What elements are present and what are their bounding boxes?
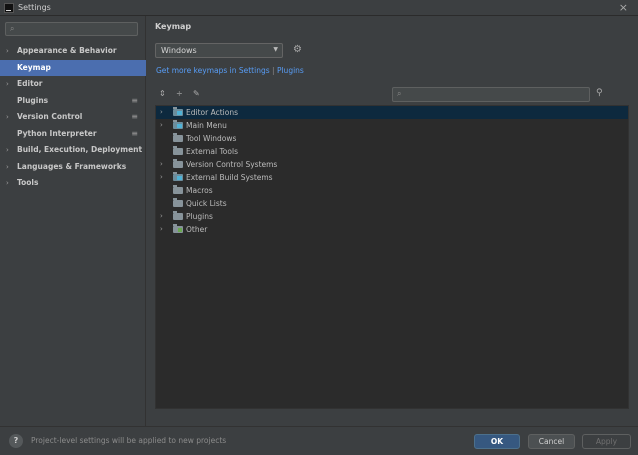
- title-bar: Settings ×: [0, 0, 638, 16]
- tree-row-label: Macros: [186, 186, 213, 195]
- gear-icon[interactable]: ⚙: [293, 44, 302, 55]
- sidebar-item[interactable]: › Languages & Frameworks: [0, 159, 146, 176]
- tree-row[interactable]: › Other: [156, 223, 628, 236]
- sidebar-item-label: Plugins: [17, 95, 49, 105]
- help-button[interactable]: ?: [9, 434, 23, 448]
- footer-note: Project-level settings will be applied t…: [31, 436, 227, 445]
- chevron-right-icon: ›: [6, 80, 9, 88]
- tree-row[interactable]: Quick Lists: [156, 197, 628, 210]
- sidebar-item-label: Build, Execution, Deployment: [17, 145, 143, 154]
- page-title: Keymap: [155, 22, 192, 31]
- folder-icon: [173, 120, 183, 129]
- chevron-right-icon: ›: [6, 179, 9, 187]
- window-title: Settings: [18, 3, 51, 12]
- sidebar-item[interactable]: Keymap: [0, 59, 146, 76]
- sidebar-item-label: Languages & Frameworks: [17, 161, 127, 171]
- tree-row[interactable]: › External Build Systems: [156, 171, 628, 184]
- folder-icon: [173, 107, 183, 116]
- search-icon: ⌕: [10, 24, 15, 33]
- chevron-right-icon[interactable]: ›: [160, 106, 163, 119]
- chevron-right-icon[interactable]: ›: [160, 210, 163, 223]
- folder-icon: [173, 211, 183, 220]
- keymap-panel: Keymap Windows ▼ ⚙ Get more keymaps in S…: [147, 16, 638, 426]
- search-icon: ⌕: [397, 89, 402, 98]
- folder-icon: [173, 185, 183, 194]
- sidebar-item[interactable]: › Version Control ≡: [0, 109, 146, 126]
- project-level-icon: ≡: [131, 128, 138, 138]
- sidebar-item[interactable]: Python Interpreter ≡: [0, 126, 146, 143]
- sidebar-item-label: Keymap: [17, 62, 51, 72]
- chevron-right-icon[interactable]: ›: [160, 223, 163, 236]
- sidebar-item-label: Editor: [17, 79, 43, 88]
- sidebar-item-label: Appearance & Behavior: [17, 46, 117, 55]
- sidebar-item[interactable]: › Build, Execution, Deployment: [0, 142, 146, 159]
- collapse-all-icon[interactable]: ÷: [176, 89, 183, 98]
- tree-row[interactable]: › Plugins: [156, 210, 628, 223]
- sidebar-item-label: Python Interpreter: [17, 128, 97, 138]
- tree-row-label: Quick Lists: [186, 199, 227, 208]
- actions-tree: › Editor Actions › Main Menu Tool Windows Ext…: [155, 105, 629, 409]
- close-icon[interactable]: ×: [619, 1, 628, 14]
- folder-icon: [173, 146, 183, 155]
- folder-icon: [173, 224, 183, 233]
- tree-row-label: Editor Actions: [186, 108, 238, 117]
- sidebar-item-label: Version Control: [17, 112, 83, 121]
- folder-icon: [173, 159, 183, 168]
- chevron-right-icon[interactable]: ›: [160, 158, 163, 171]
- expand-all-icon[interactable]: ⇕: [159, 89, 166, 98]
- app-icon: [4, 3, 14, 13]
- tree-row-label: Plugins: [186, 212, 213, 221]
- folder-icon: [173, 172, 183, 181]
- tree-row-label: Other: [186, 225, 208, 234]
- sidebar-search-input[interactable]: ⌕: [5, 22, 138, 36]
- keymap-links: Get more keymaps in Settings | Plugins: [156, 66, 304, 75]
- get-more-keymaps-link[interactable]: Get more keymaps in Settings: [156, 66, 270, 75]
- tree-row[interactable]: › Editor Actions: [156, 106, 628, 119]
- sidebar-item[interactable]: › Appearance & Behavior: [0, 43, 146, 60]
- tree-row[interactable]: Macros: [156, 184, 628, 197]
- chevron-right-icon[interactable]: ›: [160, 119, 163, 132]
- folder-icon: [173, 133, 183, 142]
- chevron-right-icon[interactable]: ›: [160, 171, 163, 184]
- tree-row-label: Tool Windows: [186, 134, 237, 143]
- dialog-footer: ? Project-level settings will be applied…: [0, 426, 638, 455]
- tree-row-label: Version Control Systems: [186, 160, 278, 169]
- keymap-dropdown-value: Windows: [161, 46, 197, 55]
- find-by-shortcut-icon[interactable]: ⚲: [596, 88, 603, 98]
- chevron-right-icon: ›: [6, 162, 9, 171]
- tree-row[interactable]: External Tools: [156, 145, 628, 158]
- sidebar-item[interactable]: › Editor: [0, 76, 146, 93]
- cancel-button[interactable]: Cancel: [528, 434, 575, 449]
- sidebar-list: › Appearance & Behavior Keymap › Editor Plugi…: [0, 43, 146, 192]
- tree-search-input[interactable]: ⌕: [392, 87, 590, 102]
- sidebar-item-label: Tools: [17, 178, 39, 187]
- edit-icon[interactable]: ✎: [193, 89, 200, 98]
- sidebar-item[interactable]: Plugins ≡: [0, 93, 146, 110]
- ok-button[interactable]: OK: [474, 434, 520, 449]
- keymap-dropdown[interactable]: Windows ▼: [155, 43, 283, 58]
- tree-row-label: External Build Systems: [186, 173, 273, 182]
- chevron-right-icon: ›: [6, 146, 9, 154]
- apply-button[interactable]: Apply: [582, 434, 631, 449]
- tree-row-label: External Tools: [186, 147, 238, 156]
- tree-row[interactable]: › Version Control Systems: [156, 158, 628, 171]
- folder-icon: [173, 198, 183, 207]
- settings-sidebar: ⌕ › Appearance & Behavior Keymap › Editor Plu…: [0, 16, 146, 426]
- project-level-icon: ≡: [131, 112, 138, 121]
- tree-row[interactable]: › Main Menu: [156, 119, 628, 132]
- chevron-right-icon: ›: [6, 113, 9, 121]
- project-level-icon: ≡: [131, 95, 138, 105]
- link-separator: |: [272, 66, 275, 75]
- plugins-link[interactable]: Plugins: [277, 66, 304, 75]
- sidebar-item[interactable]: › Tools: [0, 175, 146, 192]
- chevron-down-icon: ▼: [273, 46, 278, 53]
- tree-row-label: Main Menu: [186, 121, 227, 130]
- chevron-right-icon: ›: [6, 47, 9, 55]
- tree-row[interactable]: Tool Windows: [156, 132, 628, 145]
